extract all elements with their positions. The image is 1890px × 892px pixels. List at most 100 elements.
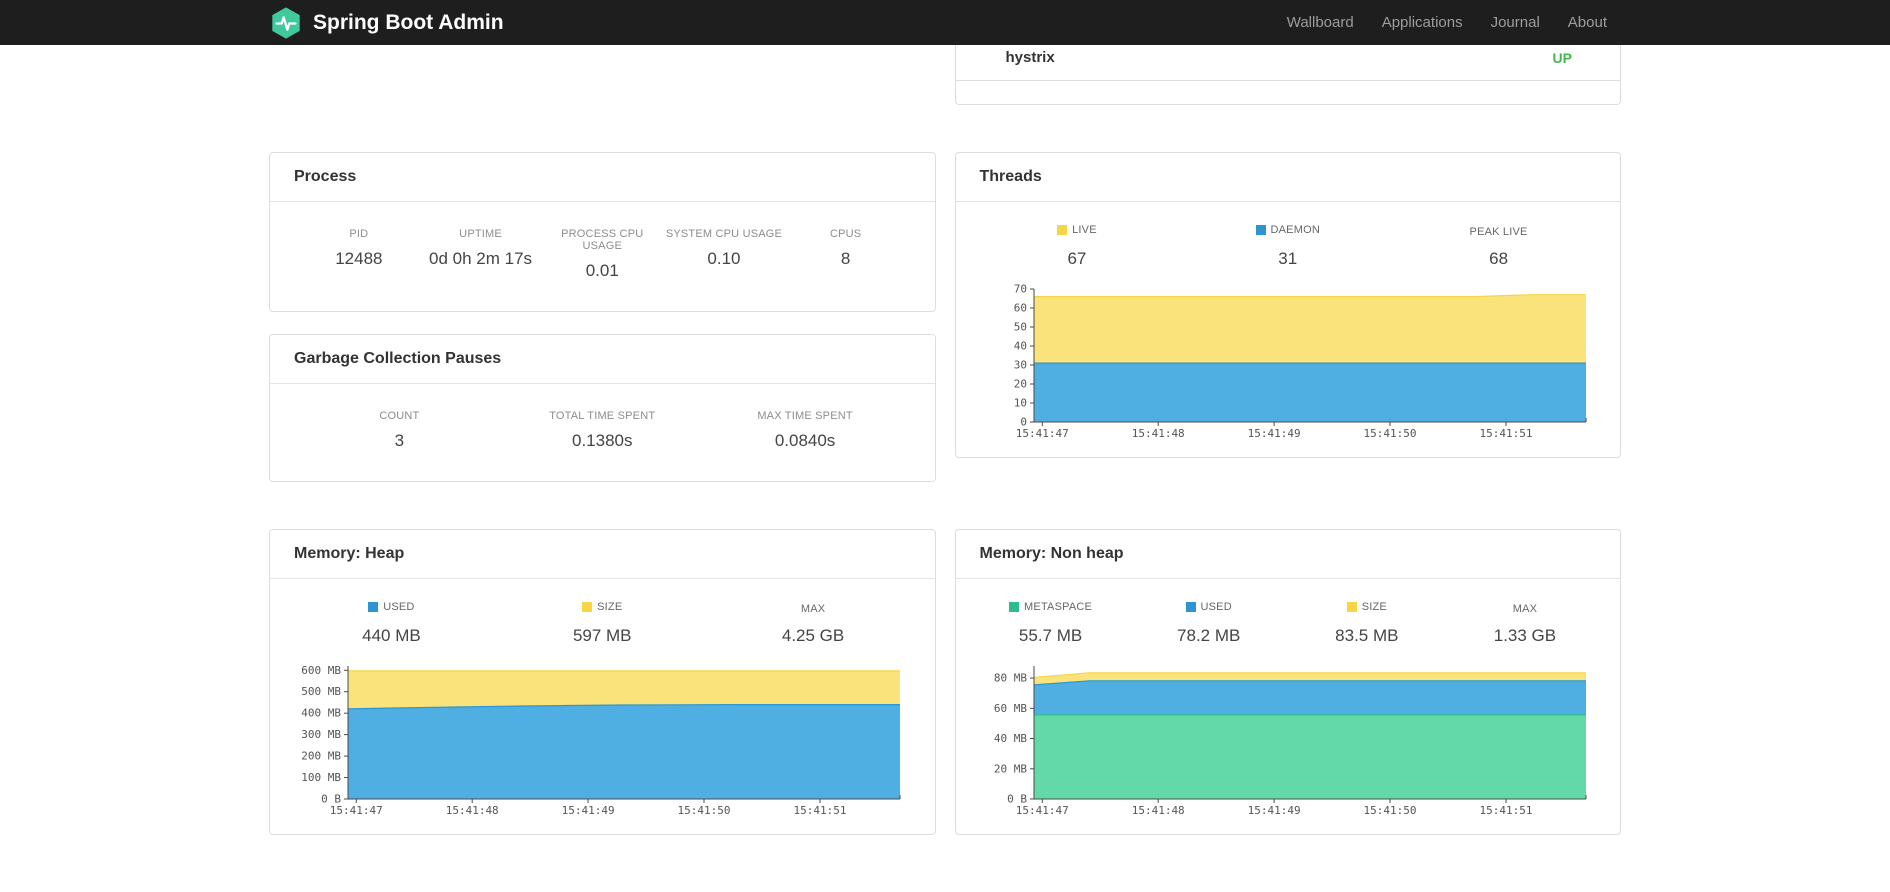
- svg-text:15:41:51: 15:41:51: [1479, 427, 1532, 440]
- size-swatch-icon: [1346, 602, 1357, 612]
- metric-value: 12488: [335, 249, 383, 268]
- threads-legend: LIVE 67 DAEMON 31 PEAK LIVE 68: [956, 202, 1621, 271]
- health-row-hystrix: hystrix UP: [955, 45, 1620, 81]
- metric-label: CPUS: [829, 228, 862, 240]
- legend-value: 597 MB: [572, 626, 632, 645]
- metric-label: TOTAL TIME SPENT: [549, 410, 656, 422]
- health-indicator-name: hystrix: [1005, 49, 1055, 66]
- nonheap-chart: 0 B20 MB40 MB60 MB80 MB15:41:47 15:41:48 1…: [993, 666, 1586, 817]
- svg-text:15:41:50: 15:41:50: [678, 804, 731, 817]
- svg-text:60 MB: 60 MB: [993, 702, 1026, 715]
- legend-text: USED: [383, 601, 415, 613]
- metric-gc-total-time: TOTAL TIME SPENT 0.1380s: [501, 410, 704, 451]
- legend-value: 1.33 GB: [1493, 626, 1557, 645]
- nav-link-applications[interactable]: Applications: [1368, 0, 1477, 45]
- navbar-inner: Spring Boot Admin Wallboard Applications…: [269, 0, 1621, 45]
- memory-nonheap-panel-header: Memory: Non heap: [955, 530, 1620, 579]
- threads-panel-header: Threads: [955, 153, 1620, 202]
- threads-panel-title: Threads: [979, 168, 1042, 185]
- legend-value: 31: [1278, 249, 1298, 268]
- legend-item-max: MAX 1.33 GB: [1446, 599, 1604, 646]
- gc-metrics: COUNT 3 TOTAL TIME SPENT 0.1380s MAX TIM…: [270, 384, 935, 481]
- svg-text:80 MB: 80 MB: [993, 672, 1026, 685]
- nonheap-chart-wrap: 0 B 20 MB 40 MB 60 MB 80 MB 15:41:47 15:41:48 1…: [956, 648, 1621, 834]
- main-content: hystrix UP Process PID 12488 UPTIME 0d 0…: [269, 45, 1621, 835]
- legend-value: 55.7 MB: [1018, 626, 1083, 645]
- memory-heap-panel-title: Memory: Heap: [294, 545, 405, 562]
- legend-item-used: USED 78.2 MB: [1130, 599, 1288, 646]
- legend-label: PEAK LIVE: [1470, 226, 1528, 238]
- metric-value: 0.10: [707, 249, 741, 268]
- metric-gc-count: COUNT 3: [298, 410, 501, 451]
- legend-label: MAX: [801, 603, 825, 615]
- brand[interactable]: Spring Boot Admin: [269, 6, 504, 40]
- daemon-swatch-icon: [1255, 225, 1266, 235]
- metric-value: 0.0840s: [774, 431, 836, 450]
- svg-text:40: 40: [1013, 340, 1026, 353]
- legend-text: SIZE: [597, 601, 623, 613]
- metric-gc-max-time: MAX TIME SPENT 0.0840s: [704, 410, 907, 451]
- used-swatch-icon: [368, 602, 379, 612]
- legend-label: DAEMON: [1255, 224, 1320, 236]
- metric-value: 0.01: [585, 261, 619, 280]
- health-panel-fragment: hystrix UP: [954, 45, 1621, 105]
- svg-text:30: 30: [1013, 359, 1026, 372]
- legend-item-size: SIZE 83.5 MB: [1288, 599, 1446, 646]
- metaspace-swatch-icon: [1009, 602, 1020, 612]
- threads-panel: Threads LIVE 67 DAEMON 31 PEAK LIVE 68 0…: [954, 152, 1621, 458]
- heap-chart: 0 B100 MB200 MB300 MB400 MB500 MB600 MB1…: [301, 664, 901, 817]
- metric-label: MAX TIME SPENT: [757, 410, 853, 422]
- legend-label: SIZE: [582, 601, 622, 613]
- legend-label: USED: [368, 601, 414, 613]
- svg-text:15:41:49: 15:41:49: [1247, 804, 1300, 817]
- legend-item-daemon: DAEMON 31: [1182, 222, 1393, 269]
- svg-text:15:41:51: 15:41:51: [794, 804, 847, 817]
- legend-text: DAEMON: [1270, 224, 1320, 236]
- svg-text:40 MB: 40 MB: [993, 732, 1026, 745]
- memory-heap-panel-header: Memory: Heap: [270, 530, 935, 579]
- legend-label: LIVE: [1057, 224, 1097, 236]
- legend-text: PEAK LIVE: [1469, 226, 1528, 238]
- legend-item-metaspace: METASPACE 55.7 MB: [972, 599, 1130, 646]
- page: Spring Boot Admin Wallboard Applications…: [0, 0, 1890, 892]
- svg-text:10: 10: [1013, 397, 1026, 410]
- legend-item-live: LIVE 67: [972, 222, 1183, 269]
- health-panel-footer: [956, 81, 1621, 104]
- svg-text:15:41:49: 15:41:49: [1247, 427, 1300, 440]
- navbar: Spring Boot Admin Wallboard Applications…: [0, 0, 1890, 45]
- svg-text:600 MB: 600 MB: [301, 664, 341, 677]
- legend-label: SIZE: [1346, 601, 1387, 613]
- left-panel-stack: Process PID 12488 UPTIME 0d 0h 2m 17s PR…: [269, 152, 936, 482]
- svg-text:500 MB: 500 MB: [301, 685, 341, 698]
- legend-text: METASPACE: [1024, 601, 1093, 613]
- metric-label: PID: [349, 228, 369, 240]
- memory-nonheap-panel-title: Memory: Non heap: [979, 545, 1124, 562]
- legend-label: USED: [1185, 601, 1232, 613]
- svg-text:15:41:48: 15:41:48: [446, 804, 499, 817]
- legend-text: MAX: [800, 603, 826, 615]
- nav-link-wallboard[interactable]: Wallboard: [1273, 0, 1368, 45]
- svg-text:60: 60: [1013, 302, 1026, 315]
- nav-link-journal[interactable]: Journal: [1477, 0, 1554, 45]
- size-swatch-icon: [582, 602, 593, 612]
- memory-heap-panel: Memory: Heap USED 440 MB SIZE 597 MB MAX…: [269, 529, 936, 835]
- process-metrics: PID 12488 UPTIME 0d 0h 2m 17s PROCESS CP…: [270, 202, 935, 311]
- process-panel-title: Process: [294, 168, 357, 185]
- svg-text:15:41:47: 15:41:47: [330, 804, 383, 817]
- legend-value: 440 MB: [362, 626, 421, 645]
- brand-title: Spring Boot Admin: [313, 10, 504, 34]
- svg-text:20 MB: 20 MB: [993, 762, 1026, 775]
- nonheap-legend: METASPACE 55.7 MB USED 78.2 MB SIZE 83.5…: [956, 579, 1621, 648]
- process-panel-header: Process: [270, 153, 935, 202]
- metric-value: 0d 0h 2m 17s: [429, 249, 533, 268]
- metric-value: 8: [840, 249, 851, 268]
- legend-label: METASPACE: [1009, 601, 1092, 613]
- svg-text:15:41:51: 15:41:51: [1479, 804, 1532, 817]
- nav-link-about[interactable]: About: [1554, 0, 1621, 45]
- memory-nonheap-panel: Memory: Non heap METASPACE 55.7 MB USED …: [954, 529, 1621, 835]
- svg-text:15:41:47: 15:41:47: [1015, 804, 1068, 817]
- metric-cpus: CPUS 8: [785, 228, 907, 281]
- legend-value: 67: [1067, 249, 1087, 268]
- metric-label: UPTIME: [459, 228, 502, 240]
- metric-pid: PID 12488: [298, 228, 420, 281]
